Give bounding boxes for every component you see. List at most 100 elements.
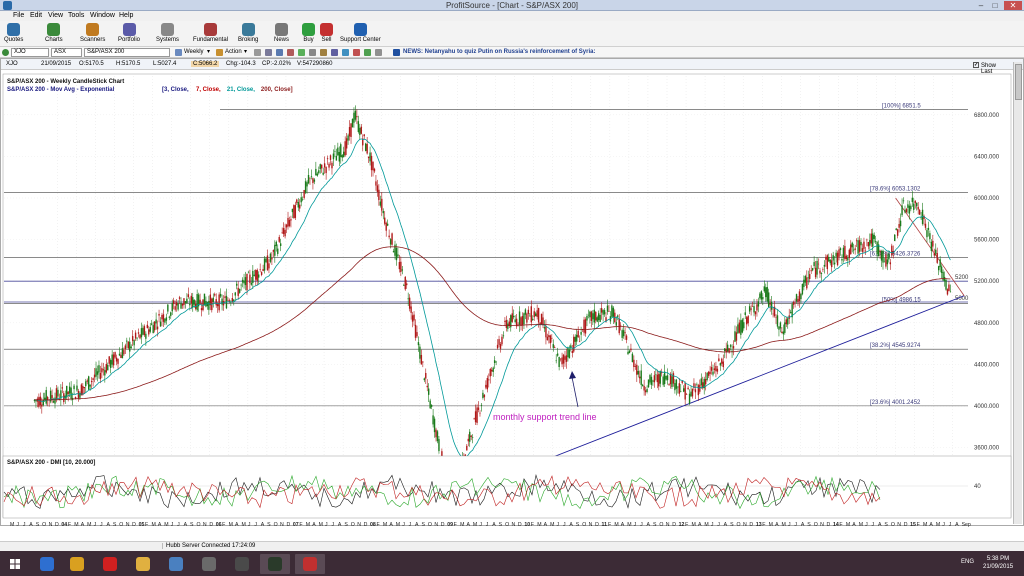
toolbar-quotes-button[interactable]: Quotes <box>4 23 23 43</box>
draw-tool-4-icon[interactable] <box>287 49 294 56</box>
candle-body <box>240 284 242 286</box>
draw-tool-1-icon[interactable] <box>254 49 261 56</box>
toolbar-broking-button[interactable]: Broking <box>238 23 258 43</box>
draw-tool-8-icon[interactable] <box>331 49 338 56</box>
candle-body <box>606 305 609 312</box>
draw-tool-12-icon[interactable] <box>375 49 382 56</box>
candle-body <box>583 319 585 333</box>
x-axis-label: O <box>428 522 432 528</box>
candle-body <box>757 301 760 307</box>
candle-body <box>309 177 311 179</box>
support-icon <box>353 23 367 36</box>
taskbar-media-button[interactable] <box>227 554 257 574</box>
candle-body <box>530 306 532 323</box>
taskbar-terminal-button[interactable] <box>260 554 290 574</box>
candle-body <box>880 251 883 261</box>
taskbar-chrome-button[interactable] <box>62 554 92 574</box>
menu-help[interactable]: Help <box>119 12 133 19</box>
toolbar-news-button[interactable]: News <box>274 23 289 43</box>
toolbar-sell-button[interactable]: Sell <box>320 23 333 43</box>
taskbar-ie-button[interactable] <box>32 554 62 574</box>
draw-tool-5-icon[interactable] <box>298 49 305 56</box>
period-dropdown[interactable]: Weekly <box>184 48 204 57</box>
candle-body <box>836 252 839 266</box>
candle-body <box>165 317 168 321</box>
toolbar-label: Fundamental <box>193 37 229 43</box>
toolbar-charts-button[interactable]: Charts <box>45 23 63 43</box>
draw-tool-9-icon[interactable] <box>342 49 349 56</box>
action-dropdown-arrow[interactable]: ▾ <box>244 48 247 57</box>
taskbar-k-app-button[interactable] <box>95 554 125 574</box>
news-ticker[interactable]: NEWS: Netanyahu to quiz Putin on Russia'… <box>403 48 595 57</box>
x-axis-label: N <box>357 522 361 528</box>
close-button[interactable]: ✕ <box>1004 1 1022 10</box>
candle-body <box>778 326 780 330</box>
candle-body <box>753 306 755 313</box>
candle-body <box>863 241 865 249</box>
price-chart[interactable]: 6800.000 6400.000 6000.000 5600.000 5200.000… <box>0 62 1024 542</box>
exchange-input[interactable]: ASX <box>51 48 82 57</box>
vertical-scrollbar[interactable] <box>1013 62 1022 524</box>
toolbar-support-button[interactable]: Support Center <box>340 23 381 43</box>
scrollbar-thumb[interactable] <box>1015 64 1022 100</box>
action-dropdown[interactable]: Action <box>225 48 242 57</box>
toolbar-scanners-button[interactable]: Scanners <box>80 23 105 43</box>
candle-body <box>52 401 55 403</box>
period-dropdown-arrow[interactable]: ▾ <box>207 48 210 57</box>
x-axis-label: 11 <box>602 522 608 528</box>
toolbar-portfolio-button[interactable]: Portfolio <box>118 23 140 43</box>
candle-body <box>666 375 669 381</box>
menu-view[interactable]: View <box>48 12 63 19</box>
menu-tools[interactable]: Tools <box>68 12 84 19</box>
taskbar-files-button[interactable] <box>161 554 191 574</box>
minimize-button[interactable]: – <box>975 1 987 10</box>
taskbar-app-button[interactable] <box>194 554 224 574</box>
candle-body <box>108 356 110 364</box>
taskbar-folder-button[interactable] <box>128 554 158 574</box>
candle-body <box>797 298 799 303</box>
start-button[interactable] <box>2 554 28 574</box>
candle-body <box>328 163 330 168</box>
go-icon[interactable] <box>2 49 9 56</box>
candle-body <box>433 418 436 433</box>
system-clock[interactable]: 5:38 PM 21/09/2015 <box>983 555 1013 571</box>
menu-file[interactable]: File <box>13 12 24 19</box>
x-axis-label: 07 <box>293 522 299 528</box>
candle-body <box>275 241 277 247</box>
menu-edit[interactable]: Edit <box>30 12 42 19</box>
candle-body <box>243 280 245 284</box>
draw-tool-10-icon[interactable] <box>353 49 360 56</box>
toolbar-buy-button[interactable]: Buy <box>302 23 315 43</box>
x-axis-label: J <box>794 522 797 528</box>
draw-tool-6-icon[interactable] <box>309 49 316 56</box>
draw-tool-11-icon[interactable] <box>364 49 371 56</box>
taskbar-profitsource-button[interactable] <box>295 554 325 574</box>
candle-body <box>663 371 666 385</box>
candle-body <box>770 301 773 310</box>
draw-tool-7-icon[interactable] <box>320 49 327 56</box>
x-axis-label: F <box>608 522 611 528</box>
maximize-button[interactable]: □ <box>989 1 1001 10</box>
draw-tool-2-icon[interactable] <box>265 49 272 56</box>
x-axis-label: F <box>145 522 148 528</box>
candle-body <box>325 167 327 174</box>
x-axis-label: M <box>87 522 91 528</box>
security-name-field[interactable]: S&P/ASX 200 <box>84 48 170 57</box>
symbol-input[interactable]: XJO <box>11 48 49 57</box>
news-icon <box>275 23 288 36</box>
candle-body <box>694 389 697 393</box>
x-axis-label: 05 <box>139 522 145 528</box>
toolbar-systems-button[interactable]: Systems <box>156 23 179 43</box>
toolbar-fundamental-button[interactable]: Fundamental <box>193 23 228 43</box>
language-indicator[interactable]: ENG <box>961 559 974 565</box>
draw-tool-3-icon[interactable] <box>276 49 283 56</box>
x-axis-label: M <box>627 522 631 528</box>
candle-body <box>57 389 59 397</box>
windows-taskbar: ENG 5:38 PM 21/09/2015 <box>0 551 1024 576</box>
candle-body <box>73 385 75 390</box>
candle-body <box>649 374 651 383</box>
profitsource-icon <box>303 557 317 571</box>
folder-icon <box>136 557 150 571</box>
candle-body <box>373 168 376 172</box>
menu-window[interactable]: Window <box>90 12 115 19</box>
